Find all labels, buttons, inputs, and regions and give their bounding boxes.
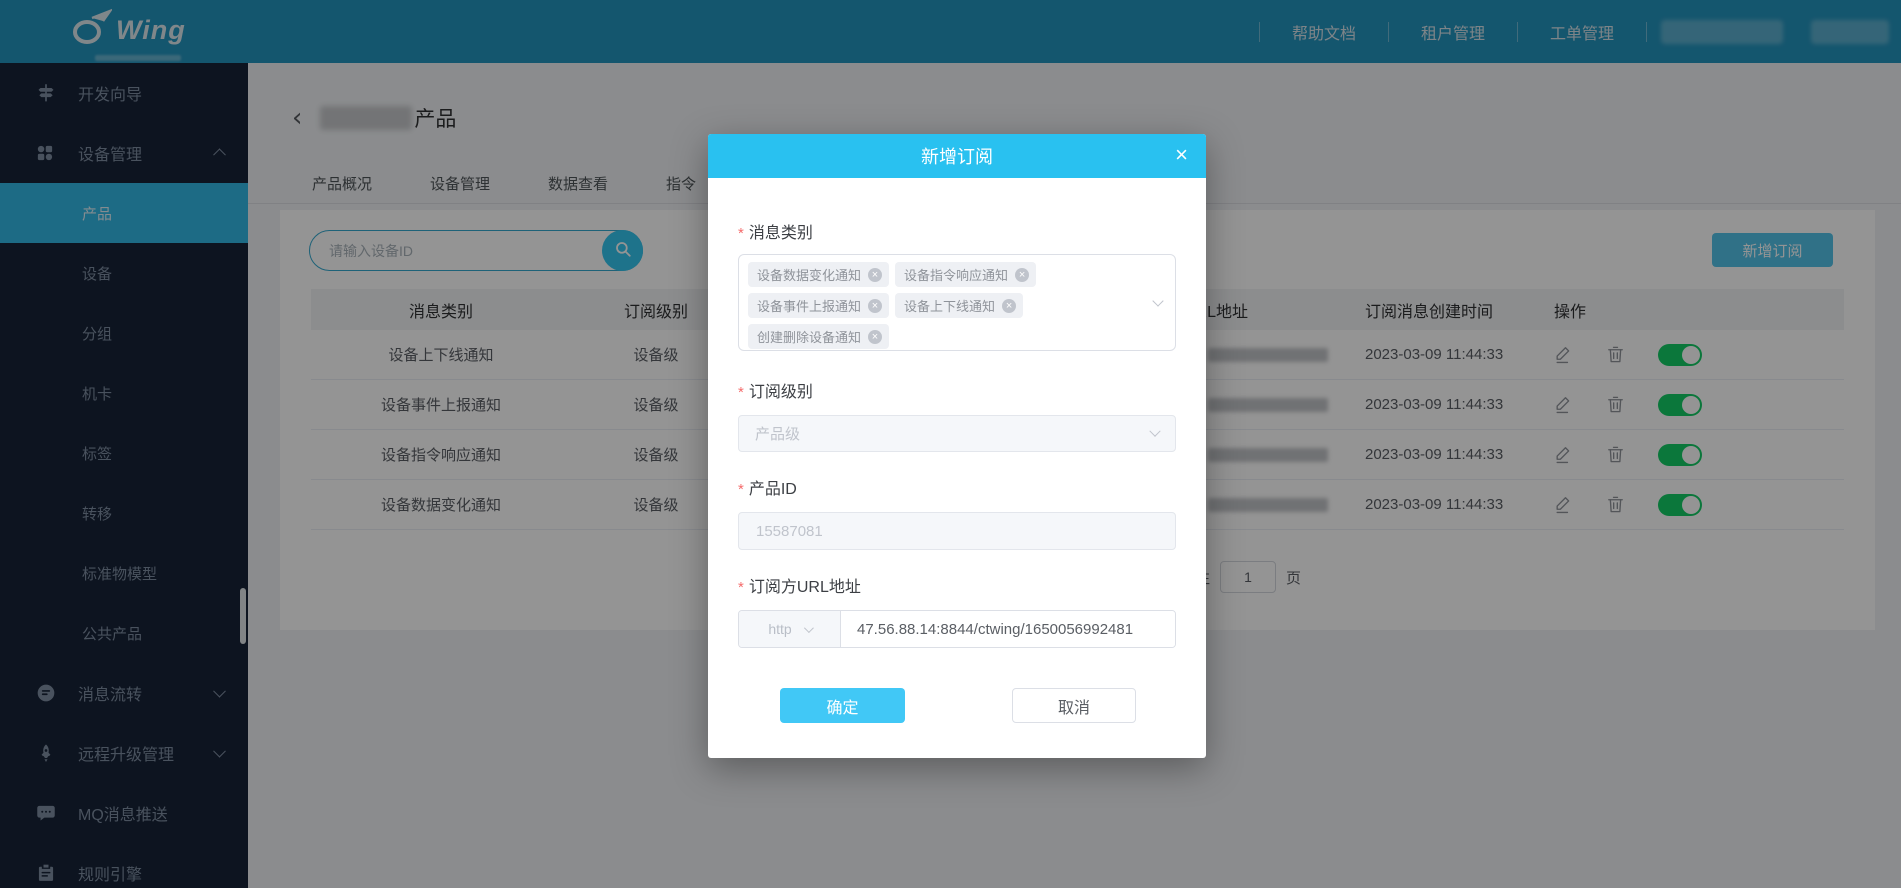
tag-remove-icon[interactable] xyxy=(1002,299,1016,313)
tag-remove-icon[interactable] xyxy=(1015,268,1029,282)
subscriber-url-input[interactable] xyxy=(841,611,1175,647)
tag-device-event-report: 设备事件上报通知 xyxy=(748,293,889,318)
tag-remove-icon[interactable] xyxy=(868,330,882,344)
tag-device-data-change: 设备数据变化通知 xyxy=(748,262,889,287)
url-scheme-select[interactable]: http xyxy=(739,611,841,647)
close-icon[interactable]: × xyxy=(1175,142,1188,168)
tag-device-command-response: 设备指令响应通知 xyxy=(895,262,1036,287)
chevron-down-icon xyxy=(1152,295,1163,306)
field-label-subscriber-url: * 订阅方URL地址 xyxy=(738,574,1176,596)
tag-remove-icon[interactable] xyxy=(868,299,882,313)
app-root: Wing 帮助文档 租户管理 工单管理 开发向导 设备管理 xyxy=(0,0,1901,888)
cancel-button[interactable]: 取消 xyxy=(1012,688,1136,723)
chevron-down-icon xyxy=(1149,425,1160,436)
chevron-down-icon xyxy=(804,623,814,633)
tag-device-online-offline: 设备上下线通知 xyxy=(895,293,1023,318)
tag-create-delete-device: 创建删除设备通知 xyxy=(748,324,889,349)
required-asterisk: * xyxy=(738,579,744,596)
field-label-message-category: * 消息类别 xyxy=(738,220,1176,242)
subscriber-url-group: http xyxy=(738,610,1176,648)
modal-header: 新增订阅 × xyxy=(708,134,1206,178)
required-asterisk: * xyxy=(738,481,744,498)
modal-title: 新增订阅 xyxy=(921,143,993,169)
add-subscription-modal: 新增订阅 × * 消息类别 设备数据变化通知 设备指令响应通知 设备事件上报通知 xyxy=(708,134,1206,758)
confirm-button[interactable]: 确定 xyxy=(780,688,905,723)
required-asterisk: * xyxy=(738,384,744,401)
required-asterisk: * xyxy=(738,225,744,242)
field-label-subscription-level: * 订阅级别 xyxy=(738,379,1176,401)
modal-buttons: 确定 取消 xyxy=(738,688,1176,723)
product-id-input xyxy=(738,512,1176,550)
tag-remove-icon[interactable] xyxy=(868,268,882,282)
modal-body: * 消息类别 设备数据变化通知 设备指令响应通知 设备事件上报通知 设备上下线通… xyxy=(708,220,1206,723)
subscription-level-select: 产品级 xyxy=(738,415,1176,452)
message-category-multiselect[interactable]: 设备数据变化通知 设备指令响应通知 设备事件上报通知 设备上下线通知 创建删除设… xyxy=(738,254,1176,351)
field-label-product-id: * 产品ID xyxy=(738,476,1176,498)
